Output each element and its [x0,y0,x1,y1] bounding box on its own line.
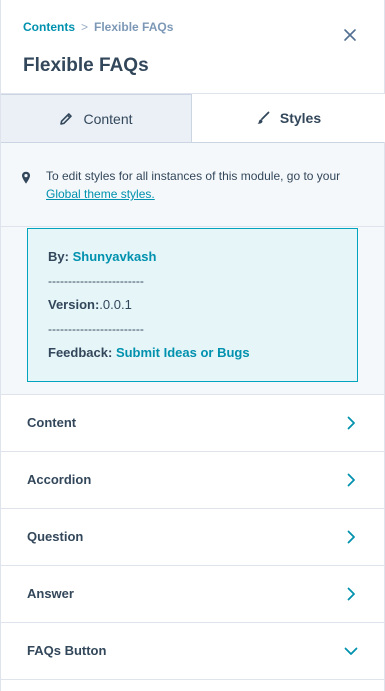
section-label: Content [27,415,77,430]
sidebar-panel: Contents > Flexible FAQs Flexible FAQs C… [0,0,385,691]
breadcrumb-separator: > [81,20,89,34]
tab-content-label: Content [83,110,133,127]
map-pin-icon [21,171,31,190]
section-accordion[interactable]: Accordion [1,452,384,509]
divider-2: ------------------------ [48,322,144,336]
pencil-icon [59,112,73,126]
module-info-box: By: Shunyavkash ------------------------… [27,228,358,382]
section-label: FAQs Button [27,643,107,658]
submit-ideas-link[interactable]: Submit Ideas or Bugs [116,345,250,360]
version-line: Version:.0.0.1 [48,297,132,312]
chevron-down-icon [344,644,358,658]
tab-styles-label: Styles [279,110,322,126]
tab-content[interactable]: Content [1,94,192,142]
version-value: .0.0.1 [99,297,132,312]
tab-bar: Content Styles [1,94,385,143]
global-styles-notice: To edit styles for all instances of this… [1,143,384,227]
author-line: By: Shunyavkash [48,249,156,264]
global-theme-styles-link[interactable]: Global theme styles. [46,187,155,201]
close-icon[interactable] [342,27,358,43]
chevron-right-icon [344,416,358,430]
author-label: By: [48,249,69,264]
panel-header: Contents > Flexible FAQs Flexible FAQs [1,0,384,94]
page-title: Flexible FAQs [23,55,149,76]
tab-styles[interactable]: Styles [192,94,385,142]
section-faqs-button[interactable]: FAQs Button [1,623,384,680]
divider-1: ------------------------ [48,274,144,288]
chevron-right-icon [344,473,358,487]
section-label: Accordion [27,472,92,487]
breadcrumb-current: Flexible FAQs [94,20,174,34]
author-name: Shunyavkash [72,249,157,264]
notice-message: To edit styles for all instances of this… [46,169,341,183]
brush-icon [256,111,270,125]
chevron-right-icon [344,530,358,544]
section-content[interactable]: Content [1,395,384,452]
feedback-line: Feedback: Submit Ideas or Bugs [48,345,250,360]
module-info-area: By: Shunyavkash ------------------------… [1,227,384,395]
feedback-label: Feedback: [48,345,113,360]
chevron-right-icon [344,587,358,601]
version-label: Version: [48,297,100,312]
section-question[interactable]: Question [1,509,384,566]
section-answer[interactable]: Answer [1,566,384,623]
section-label: Answer [27,586,74,601]
section-label: Question [27,529,84,544]
notice-text: To edit styles for all instances of this… [46,167,356,203]
breadcrumb: Contents > Flexible FAQs [23,20,173,34]
breadcrumb-contents-link[interactable]: Contents [23,20,75,34]
